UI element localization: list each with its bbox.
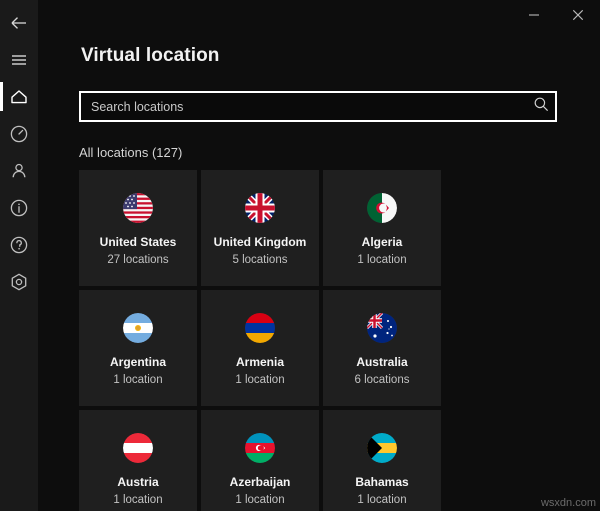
sidebar-item-info[interactable] [0, 189, 38, 226]
location-count-label: 1 location [235, 494, 285, 507]
location-card[interactable]: United States 27 locations [79, 170, 197, 286]
sidebar-item-settings[interactable] [0, 263, 38, 300]
sidebar-item-account[interactable] [0, 152, 38, 189]
location-country-name: Algeria [361, 235, 403, 249]
location-card[interactable]: Argentina 1 location [79, 290, 197, 406]
location-card[interactable]: Australia 6 locations [323, 290, 441, 406]
location-card[interactable]: Algeria 1 location [323, 170, 441, 286]
location-country-name: Azerbaijan [229, 475, 291, 489]
location-country-name: Austria [117, 475, 159, 489]
sidebar-item-help[interactable] [0, 226, 38, 263]
location-count-label: 1 location [235, 374, 285, 387]
close-button[interactable] [556, 0, 600, 30]
sidebar [0, 0, 38, 511]
location-count-label: 5 locations [232, 254, 288, 267]
flag-icon-az [245, 433, 275, 463]
flag-icon-dz [367, 193, 397, 223]
info-circle-icon [8, 197, 30, 219]
flag-icon-am [245, 313, 275, 343]
page-title: Virtual location [81, 45, 220, 66]
minimize-button[interactable] [512, 0, 556, 30]
location-country-name: Armenia [235, 355, 285, 369]
question-circle-icon [8, 234, 30, 256]
sidebar-item-speed[interactable] [0, 115, 38, 152]
sidebar-item-home[interactable] [0, 78, 38, 115]
location-country-name: Argentina [109, 355, 166, 369]
sidebar-item-back[interactable] [0, 4, 38, 41]
location-card[interactable]: Azerbaijan 1 location [201, 410, 319, 511]
flag-icon-au [367, 313, 397, 343]
search-input[interactable] [91, 93, 533, 120]
location-card[interactable]: Armenia 1 location [201, 290, 319, 406]
home-icon [8, 86, 30, 108]
hamburger-menu-icon [9, 50, 29, 70]
search-icon[interactable] [533, 96, 549, 117]
flag-icon-bs [367, 433, 397, 463]
back-arrow-icon [8, 12, 30, 34]
window-controls [512, 0, 600, 32]
search-bar[interactable] [79, 91, 557, 122]
person-icon [8, 160, 30, 182]
flag-icon-gb [245, 193, 275, 223]
location-country-name: Bahamas [355, 475, 409, 489]
location-count-label: 27 locations [107, 254, 169, 267]
location-count-label: 6 locations [354, 374, 410, 387]
sidebar-item-menu[interactable] [0, 41, 38, 78]
app-window: Virtual location All locations (127) Uni… [0, 0, 600, 511]
close-icon [572, 9, 584, 21]
main-content: Virtual location All locations (127) Uni… [38, 0, 600, 511]
location-count-label: 1 location [113, 494, 163, 507]
location-country-name: United Kingdom [213, 235, 307, 249]
flag-icon-us [123, 193, 153, 223]
hexagon-settings-icon [8, 271, 30, 293]
section-label: All locations (127) [79, 145, 183, 160]
location-card[interactable]: United Kingdom 5 locations [201, 170, 319, 286]
location-country-name: United States [99, 235, 177, 249]
location-card[interactable]: Austria 1 location [79, 410, 197, 511]
flag-icon-ar [123, 313, 153, 343]
location-country-name: Australia [356, 355, 408, 369]
location-count-label: 1 location [113, 374, 163, 387]
locations-grid: United States 27 locations United Kingdom… [79, 170, 557, 511]
speedometer-icon [8, 123, 30, 145]
location-count-label: 1 location [357, 254, 407, 267]
minimize-icon [528, 9, 540, 21]
location-card[interactable]: Bahamas 1 location [323, 410, 441, 511]
flag-icon-at [123, 433, 153, 463]
location-count-label: 1 location [357, 494, 407, 507]
